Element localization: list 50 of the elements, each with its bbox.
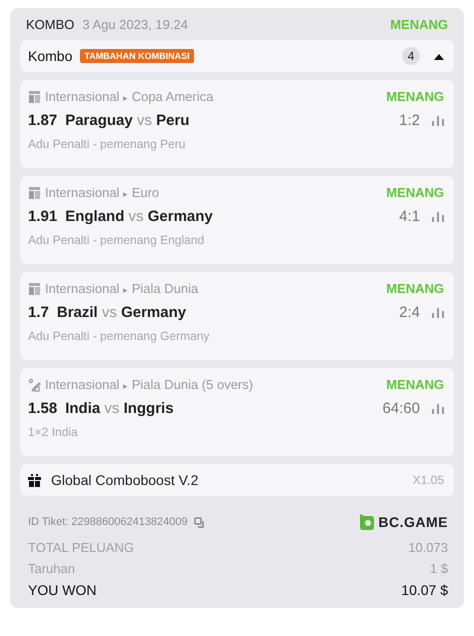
bet-status: MENANG [386,89,444,104]
league-path: Internasional ▸ Euro [45,185,160,200]
market-text: Adu Penalti - pemenang Germany [28,329,210,343]
summary-label: YOU WON [28,582,96,598]
score: 1:2 [399,112,420,129]
stats-icon[interactable] [432,116,444,126]
bet-status: MENANG [386,377,444,392]
summary-value: 10.07 $ [401,582,448,598]
market-text: Adu Penalti - pemenang Peru [28,137,186,151]
summary-value: 10.073 [408,540,448,555]
score: 2:4 [399,304,420,321]
bet-type: KOMBO [26,17,74,32]
cricket-icon [28,378,41,392]
brand-logo-icon [360,514,374,530]
caret-icon[interactable] [434,52,444,60]
ticket-id: ID Tiket: 2298860062413824009 [28,516,188,528]
match-name: Brazil vs Germany [56,304,186,321]
bet-status: MENANG [386,185,444,200]
gift-icon [28,474,41,486]
league-path: Internasional ▸ Copa America [45,89,214,104]
combo-title: Kombo [28,48,72,64]
market-text: 1×2 India [28,425,79,439]
copy-icon[interactable] [194,516,205,528]
match-name: England vs Germany [65,208,213,225]
selection-count: 4 [402,47,420,65]
score: 64:60 [382,400,420,417]
combo-badge: TAMBAHAN KOMBINASI [80,49,194,63]
market-text: Adu Penalti - pemenang England [28,233,206,247]
stats-icon[interactable] [432,308,444,318]
bet-status: MENANG [390,17,448,32]
odds: 1.58 [28,400,58,417]
match-name: Paraguay vs Peru [65,112,190,129]
stats-icon[interactable] [432,212,444,222]
odds: 1.7 [28,304,49,321]
brand-name: BC.GAME [378,514,448,530]
bet-date: 3 Agu 2023, 19.24 [82,17,188,32]
odds: 1.87 [28,112,58,129]
combo-bar[interactable]: Kombo TAMBAHAN KOMBINASI 4 [20,40,454,72]
score: 4:1 [399,208,420,225]
league-path: Internasional ▸ Piala Dunia [45,281,198,296]
summary-label: Taruhan [28,561,75,576]
match-name: India vs Inggris [65,400,174,417]
stats-icon[interactable] [432,404,444,414]
league-path: Internasional ▸ Piala Dunia (5 overs) [45,377,254,392]
boost-label: Global Comboboost V.2 [51,472,198,488]
boost-multiplier: X1.05 [412,473,444,487]
summary-value: 1 $ [430,561,448,576]
odds: 1.91 [28,208,58,225]
bet-status: MENANG [386,281,444,296]
summary-label: TOTAL PELUANG [28,540,134,555]
